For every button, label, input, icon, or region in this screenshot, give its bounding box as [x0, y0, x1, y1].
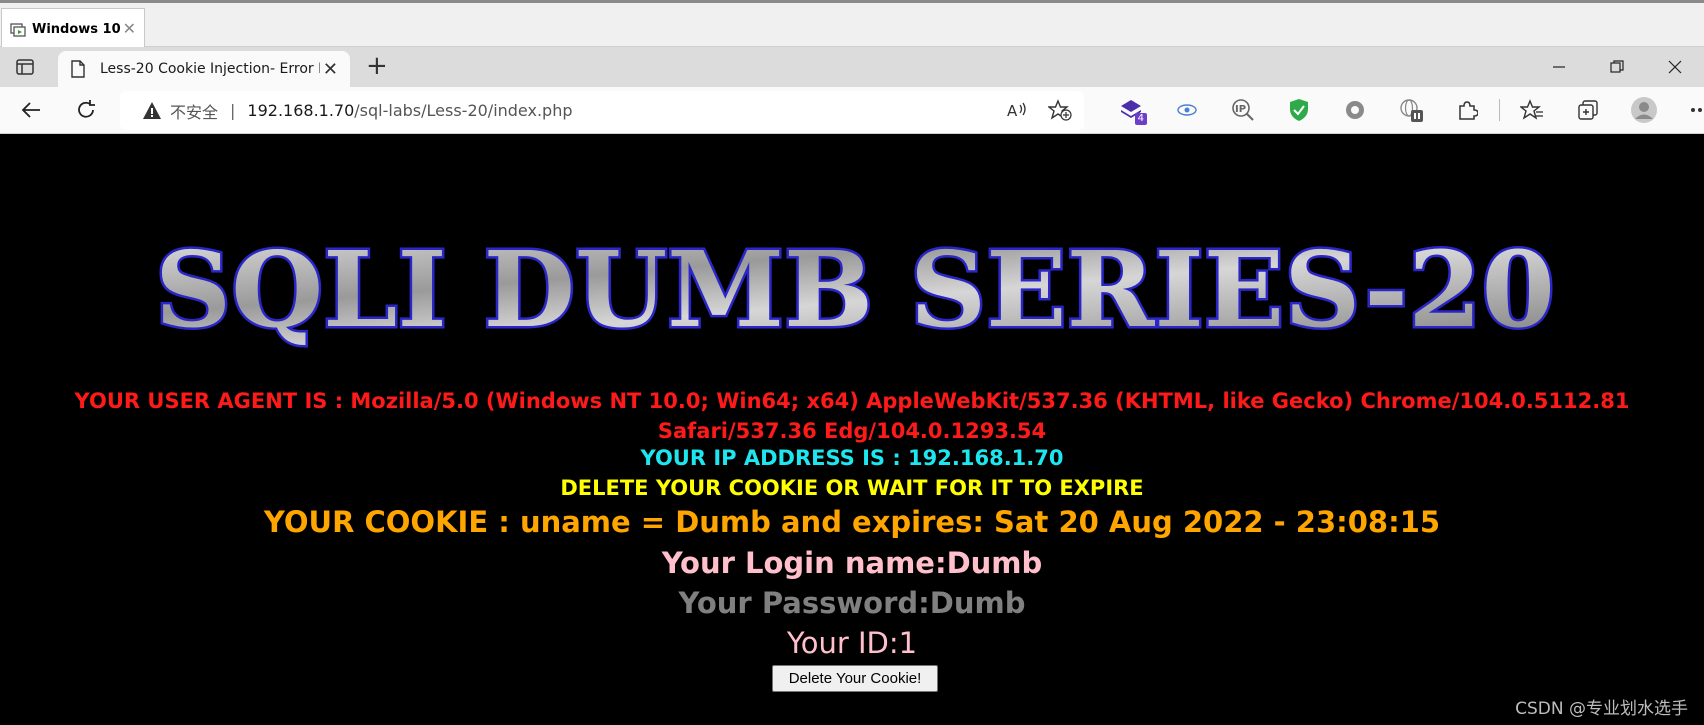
address-separator: |: [230, 101, 236, 120]
globe-paused-icon: [1400, 99, 1423, 122]
url-path: /sql-labs/Less-20/index.php: [354, 101, 573, 120]
close-window-button[interactable]: [1646, 47, 1704, 87]
extension-shield[interactable]: [1271, 95, 1327, 125]
ip-address-text: YOUR IP ADDRESS IS : 192.168.1.70: [640, 446, 1064, 470]
settings-menu-button[interactable]: [1672, 95, 1704, 125]
vm-tab-close-icon[interactable]: ✕: [123, 19, 136, 38]
csdn-watermark: CSDN @专业划水选手: [1515, 699, 1688, 719]
tab-title: Less-20 Cookie Injection- Error B: [100, 61, 320, 77]
new-tab-button[interactable]: +: [366, 53, 388, 79]
svg-text:IP: IP: [1235, 104, 1246, 115]
refresh-button[interactable]: [73, 97, 99, 123]
collections-icon: [1578, 100, 1598, 120]
extension-circle[interactable]: [1327, 95, 1383, 125]
tab-close-icon[interactable]: ✕: [323, 59, 338, 80]
banner-text: SQLI DUMB SERIES-20: [155, 228, 1555, 351]
password-text: Your Password:Dumb: [678, 586, 1026, 620]
user-id-text: Your ID:1: [786, 626, 918, 660]
document-icon: [71, 60, 85, 78]
favorites-button[interactable]: [1504, 95, 1560, 125]
minimize-button[interactable]: [1530, 47, 1588, 87]
add-favorite-icon[interactable]: [1048, 99, 1072, 121]
favorites-icon: [1520, 99, 1543, 120]
shield-icon: [1290, 99, 1308, 121]
address-bar[interactable]: 不安全 | 192.168.1.70/sql-labs/Less-20/inde…: [120, 91, 1084, 130]
collections-button[interactable]: [1560, 95, 1616, 125]
ip-lookup-icon: IP: [1232, 99, 1254, 121]
restore-icon: [1610, 60, 1624, 73]
toolbar-divider: [1499, 99, 1500, 121]
profile-button[interactable]: [1616, 95, 1672, 125]
read-aloud-icon[interactable]: A: [1006, 99, 1028, 121]
login-name-text: Your Login name:Dumb: [661, 546, 1043, 580]
circle-extension-icon: [1346, 101, 1364, 119]
minimize-icon: [1553, 66, 1565, 68]
url-host: 192.168.1.70: [247, 101, 355, 120]
eye-extension-icon: [1177, 104, 1197, 116]
avatar-icon: [1631, 97, 1657, 123]
refresh-icon: [78, 100, 95, 118]
browser-toolbar: 不安全 | 192.168.1.70/sql-labs/Less-20/inde…: [0, 87, 1704, 134]
extension-badge: 4: [1134, 113, 1147, 125]
window-controls: [1530, 47, 1704, 87]
page-content: SQLI DUMB SERIES-20 YOUR USER AGENT IS :…: [0, 134, 1704, 725]
extensions-button[interactable]: [1439, 95, 1495, 125]
extensions-bar: 4 IP: [1103, 95, 1704, 125]
vm-tab-bar: Windows 10 ✕: [0, 0, 1704, 50]
tab-actions-icon[interactable]: [14, 56, 36, 78]
vm-tab-title: Windows 10: [32, 22, 121, 37]
vm-icon: [10, 22, 26, 37]
restore-button[interactable]: [1588, 47, 1646, 87]
puzzle-icon: [1459, 101, 1478, 120]
delete-cookie-button[interactable]: Delete Your Cookie!: [772, 665, 938, 692]
tab-less-20[interactable]: Less-20 Cookie Injection- Error B ✕: [58, 51, 350, 87]
back-button[interactable]: [18, 97, 44, 123]
vm-tab-windows10[interactable]: Windows 10 ✕: [1, 8, 145, 50]
user-agent-text: YOUR USER AGENT IS : Mozilla/5.0 (Window…: [74, 389, 1630, 443]
extension-stack[interactable]: 4: [1103, 95, 1159, 125]
warning-icon[interactable]: [142, 101, 162, 121]
svg-text:A: A: [1007, 102, 1018, 120]
extension-paused[interactable]: [1383, 95, 1439, 125]
more-icon: [1691, 108, 1702, 112]
delete-cookie-notice: DELETE YOUR COOKIE OR WAIT FOR IT TO EXP…: [560, 476, 1144, 500]
security-warning-label[interactable]: 不安全: [170, 99, 218, 123]
sqli-banner-image: SQLI DUMB SERIES-20: [153, 226, 1558, 354]
back-arrow-icon: [21, 102, 40, 118]
close-icon: [1668, 60, 1682, 74]
extension-ip[interactable]: IP: [1215, 95, 1271, 125]
browser-tab-bar: Less-20 Cookie Injection- Error B ✕ +: [0, 47, 1704, 87]
address-bar-actions: A: [1006, 99, 1072, 121]
extension-eye[interactable]: [1159, 95, 1215, 125]
cookie-text: YOUR COOKIE : uname = Dumb and expires: …: [263, 505, 1441, 539]
